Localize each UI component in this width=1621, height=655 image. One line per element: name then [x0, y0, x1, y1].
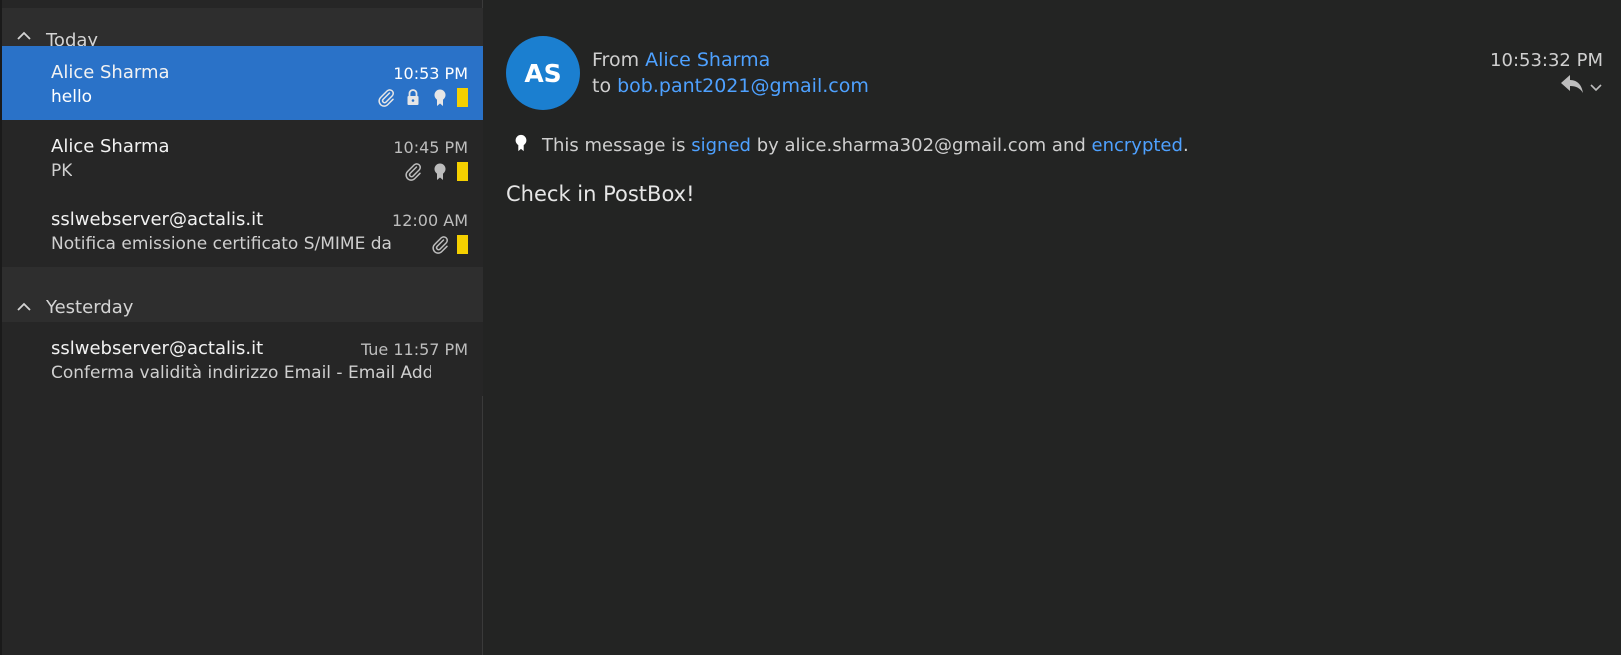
group-label: Yesterday: [46, 297, 134, 318]
chevron-up-icon[interactable]: [16, 27, 32, 40]
message-subject: PK: [51, 161, 73, 181]
message-status-icons: [430, 233, 468, 255]
message-time: Tue 11:57 PM: [360, 340, 468, 359]
recipient-address-link[interactable]: bob.pant2021@gmail.com: [617, 75, 869, 97]
category-flag[interactable]: [457, 87, 468, 107]
security-middle: by alice.sharma302@gmail.com and: [756, 135, 1086, 156]
to-line: to bob.pant2021@gmail.com: [592, 75, 869, 97]
security-notice: This message is signed by alice.sharma30…: [512, 133, 1189, 158]
chevron-up-icon[interactable]: [16, 298, 32, 311]
reply-icon[interactable]: [1559, 73, 1585, 99]
message-body: Check in PostBox!: [506, 182, 695, 206]
certificate-ribbon-icon: [430, 87, 450, 107]
attachment-icon: [376, 87, 396, 107]
message-list-item[interactable]: sslwebserver@actalis.it Notifica emissio…: [2, 193, 483, 267]
message-subject: Conferma validità indirizzo Email - Emai…: [51, 363, 431, 383]
message-time: 10:53 PM: [393, 64, 468, 83]
certificate-ribbon-icon: [512, 133, 530, 158]
message-status-icons: [376, 86, 468, 108]
message-status-icons: [403, 160, 468, 182]
message-sender: sslwebserver@actalis.it: [51, 209, 264, 230]
message-sender: sslwebserver@actalis.it: [51, 338, 264, 359]
message-list-item[interactable]: Alice Sharma hello 10:53 PM: [2, 46, 483, 120]
sender-avatar[interactable]: AS: [506, 36, 580, 110]
message-list-pane: Today Alice Sharma hello 10:53 PM Alice …: [0, 0, 483, 655]
message-time: 10:45 PM: [393, 138, 468, 157]
attachment-icon: [430, 234, 450, 254]
security-prefix: This message is: [542, 135, 686, 156]
lock-icon: [403, 87, 423, 107]
chevron-down-icon[interactable]: [1589, 77, 1603, 96]
group-header-yesterday[interactable]: Yesterday: [2, 267, 483, 323]
message-sender: Alice Sharma: [51, 136, 170, 157]
certificate-ribbon-icon: [430, 161, 450, 181]
message-subject: Notifica emissione certificato S/MIME da…: [51, 234, 391, 254]
signed-link[interactable]: signed: [691, 135, 751, 156]
encrypted-link[interactable]: encrypted: [1092, 135, 1183, 156]
message-time: 12:00 AM: [392, 211, 468, 230]
message-list-item[interactable]: sslwebserver@actalis.it Conferma validit…: [2, 322, 483, 396]
message-timestamp: 10:53:32 PM: [1490, 50, 1603, 71]
to-label: to: [592, 75, 612, 97]
message-subject: hello: [51, 87, 93, 107]
message-list-item[interactable]: Alice Sharma PK 10:45 PM: [2, 120, 483, 194]
attachment-icon: [403, 161, 423, 181]
sender-name-link[interactable]: Alice Sharma: [645, 49, 770, 71]
reply-actions: [1559, 73, 1603, 99]
message-sender: Alice Sharma: [51, 62, 170, 83]
category-flag[interactable]: [457, 161, 468, 181]
security-suffix: .: [1182, 135, 1189, 156]
category-flag[interactable]: [457, 234, 468, 254]
from-line: From Alice Sharma: [592, 49, 770, 71]
from-label: From: [592, 49, 640, 71]
